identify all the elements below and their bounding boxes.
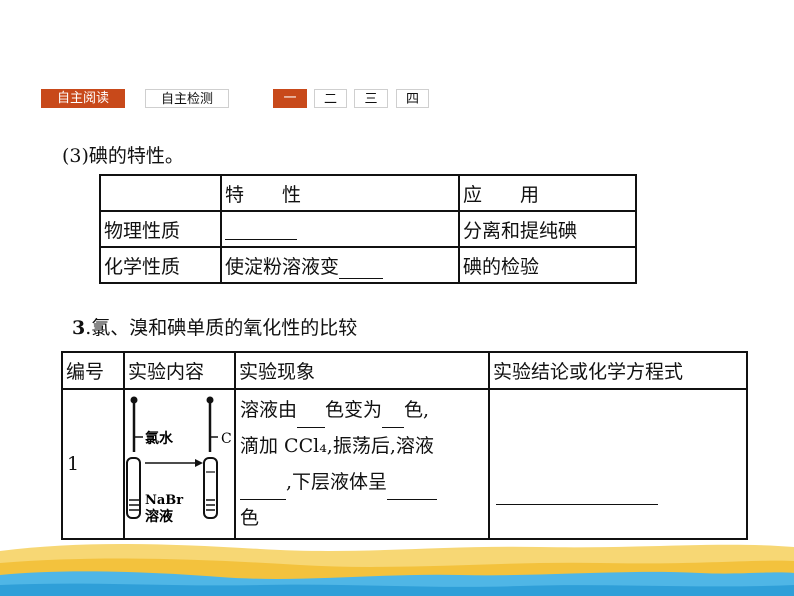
observation-line-1: 溶液由 色变为 色, [240,392,484,428]
observation-cell: 溶液由 色变为 色, 滴加 CCl₄,振荡后,溶液 ,下层液体呈 色 [234,388,490,540]
header-content: 实验内容 [123,351,236,390]
table-row: 1 氯水 C NaBr 溶液 溶液由 色变为 色, 滴加 CCl₄,振荡后,溶液… [61,388,748,540]
header-phenomenon: 实验现象 [234,351,490,390]
table-header-row: 特 性 应 用 [99,174,637,212]
observation-line-4: 色 [240,507,260,529]
property-cell: 使淀粉溶液变 [220,246,460,284]
dropper-bulb-left [130,396,138,404]
page-number-1[interactable]: 一 [273,89,307,108]
page-number-3[interactable]: 三 [354,89,388,108]
test-tube-diagram: 氯水 C NaBr 溶液 [126,396,232,525]
iodine-properties-table: 特 性 应 用 物理性质 分离和提纯碘 化学性质 使淀粉溶液变 碘的检验 [99,174,637,284]
table-header-property: 特 性 [220,174,460,212]
answer-blank [496,504,658,505]
row-label: 化学性质 [99,246,222,284]
test-tube-left [126,457,141,519]
tab-self-reading[interactable]: 自主阅读 [41,89,125,108]
test-tube-right [203,457,218,519]
page-number-4[interactable]: 四 [396,89,429,108]
footer-wave-decoration [0,544,794,596]
tab-self-check[interactable]: 自主检测 [145,89,229,108]
header-conclusion: 实验结论或化学方程式 [488,351,748,390]
table-row: 物理性质 分离和提纯碘 [99,210,637,248]
use-cell: 分离和提纯碘 [458,210,637,248]
observation-line-2: 滴加 CCl₄,振荡后,溶液 [240,435,434,457]
use-cell: 碘的检验 [458,246,637,284]
row-label: 物理性质 [99,210,222,248]
conclusion-cell [488,388,748,540]
property-cell [220,210,460,248]
table-header-row: 编号 实验内容 实验现象 实验结论或化学方程式 [61,351,748,390]
answer-blank [225,219,297,240]
experiment-diagram-cell: 氯水 C NaBr 溶液 [123,388,236,540]
table-header-use: 应 用 [458,174,637,212]
table-row: 化学性质 使淀粉溶液变 碘的检验 [99,246,637,284]
subtitle: (3)碘的特性。 [62,145,184,167]
observation-line-3: ,下层液体呈 [240,464,484,500]
answer-blank [240,479,286,500]
arrow-head-icon [195,459,203,467]
page-number-2[interactable]: 二 [314,89,347,108]
reagent-label-top: 氯水 [145,430,174,447]
answer-blank [382,407,405,428]
header-number: 编号 [61,351,125,390]
table-cell [99,174,222,212]
side-label: C [221,431,232,447]
reagent-label-bottom-2: 溶液 [145,508,174,525]
answer-blank [339,258,384,279]
row-number: 1 [61,388,125,540]
oxidation-comparison-table: 编号 实验内容 实验现象 实验结论或化学方程式 1 氯水 C NaBr 溶液 溶… [61,351,748,540]
section-heading: 3.氯、溴和碘单质的氧化性的比较 [72,317,358,339]
reagent-label-bottom: NaBr [145,493,183,508]
answer-blank [387,479,438,500]
dropper-bulb-right [206,396,214,404]
answer-blank [297,407,326,428]
